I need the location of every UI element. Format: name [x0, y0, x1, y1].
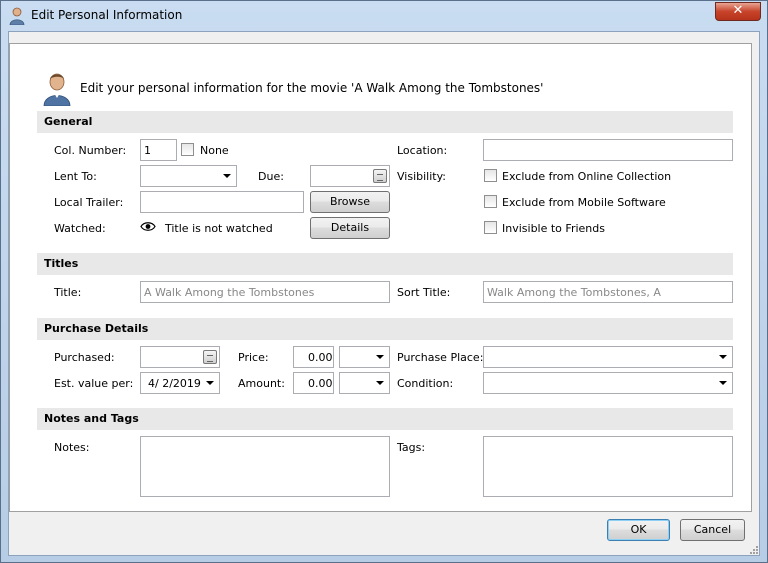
price-currency-dropdown[interactable] — [339, 346, 390, 368]
local-trailer-label: Local Trailer: — [54, 196, 124, 209]
purchased-date-picker[interactable] — [140, 346, 220, 368]
section-general: General — [37, 111, 733, 133]
invisible-friends-label: Invisible to Friends — [502, 222, 605, 235]
due-date-picker[interactable] — [310, 165, 390, 187]
chevron-down-icon — [719, 355, 727, 359]
exclude-online-label: Exclude from Online Collection — [502, 170, 672, 183]
title-label: Title: — [54, 286, 82, 299]
content-panel: Edit your personal information for the m… — [9, 43, 752, 512]
calendar-icon[interactable] — [373, 169, 387, 183]
section-general-label: General — [44, 115, 93, 128]
col-number-value: 1 — [144, 144, 151, 157]
chevron-down-icon — [223, 174, 231, 178]
est-value-date: 4/ 2/2019 — [148, 377, 201, 390]
visibility-label: Visibility: — [397, 170, 447, 183]
amount-input[interactable]: 0.00 — [293, 372, 334, 394]
section-notes: Notes and Tags — [37, 408, 733, 430]
exclude-mobile-checkbox[interactable] — [484, 195, 497, 208]
none-label: None — [200, 144, 229, 157]
edit-personal-info-window: Edit Personal Information ✕ Edit your pe… — [0, 0, 768, 563]
sort-title-label: Sort Title: — [397, 286, 451, 299]
local-trailer-input[interactable] — [140, 191, 304, 213]
sort-title-value: Walk Among the Tombstones, A — [487, 286, 661, 299]
location-input[interactable] — [483, 139, 733, 161]
dialog-client: Edit your personal information for the m… — [8, 31, 760, 556]
user-avatar-icon — [43, 73, 71, 106]
lent-to-label: Lent To: — [54, 170, 97, 183]
tags-label: Tags: — [397, 441, 426, 454]
watched-label: Watched: — [54, 222, 106, 235]
location-label: Location: — [397, 144, 448, 157]
est-value-label: Est. value per: — [54, 377, 134, 390]
notes-textarea[interactable] — [140, 436, 390, 497]
amount-currency-dropdown[interactable] — [339, 372, 390, 394]
condition-dropdown[interactable] — [483, 372, 733, 394]
amount-value: 0.00 — [308, 377, 333, 390]
title-value: A Walk Among the Tombstones — [144, 286, 315, 299]
price-label: Price: — [238, 351, 269, 364]
due-label: Due: — [258, 170, 284, 183]
col-number-label: Col. Number: — [54, 144, 127, 157]
cancel-button[interactable]: Cancel — [680, 519, 745, 541]
section-titles-label: Titles — [44, 257, 79, 270]
purchase-place-label: Purchase Place: — [397, 351, 484, 364]
exclude-online-checkbox[interactable] — [484, 169, 497, 182]
invisible-friends-checkbox[interactable] — [484, 221, 497, 234]
window-title: Edit Personal Information — [31, 8, 183, 22]
resize-grip-icon[interactable] — [749, 545, 759, 555]
browse-button[interactable]: Browse — [310, 191, 390, 213]
col-number-input[interactable]: 1 — [140, 139, 177, 161]
purchase-place-dropdown[interactable] — [483, 346, 733, 368]
eye-icon — [140, 222, 156, 231]
chevron-down-icon — [376, 355, 384, 359]
amount-label: Amount: — [238, 377, 285, 390]
person-icon — [9, 7, 25, 25]
chevron-down-icon — [206, 381, 214, 385]
watched-status: Title is not watched — [165, 222, 273, 235]
sort-title-input[interactable]: Walk Among the Tombstones, A — [483, 281, 733, 303]
price-value: 0.00 — [308, 351, 333, 364]
section-purchase: Purchase Details — [37, 318, 733, 340]
header-text: Edit your personal information for the m… — [80, 81, 544, 95]
title-input[interactable]: A Walk Among the Tombstones — [140, 281, 390, 303]
chevron-down-icon — [719, 381, 727, 385]
calendar-icon[interactable] — [203, 350, 217, 364]
none-checkbox[interactable] — [181, 143, 194, 156]
title-bar[interactable]: Edit Personal Information ✕ — [1, 1, 767, 31]
section-notes-label: Notes and Tags — [44, 412, 139, 425]
chevron-down-icon — [376, 381, 384, 385]
notes-label: Notes: — [54, 441, 90, 454]
tags-textarea[interactable] — [483, 436, 733, 497]
details-button[interactable]: Details — [310, 217, 390, 239]
section-titles: Titles — [37, 253, 733, 275]
price-input[interactable]: 0.00 — [293, 346, 334, 368]
purchased-label: Purchased: — [54, 351, 115, 364]
est-value-date-picker[interactable]: 4/ 2/2019 — [140, 372, 220, 394]
close-button[interactable]: ✕ — [715, 2, 761, 21]
ok-button[interactable]: OK — [607, 519, 670, 541]
lent-to-dropdown[interactable] — [140, 165, 237, 187]
exclude-mobile-label: Exclude from Mobile Software — [502, 196, 666, 209]
condition-label: Condition: — [397, 377, 454, 390]
section-purchase-label: Purchase Details — [44, 322, 149, 335]
